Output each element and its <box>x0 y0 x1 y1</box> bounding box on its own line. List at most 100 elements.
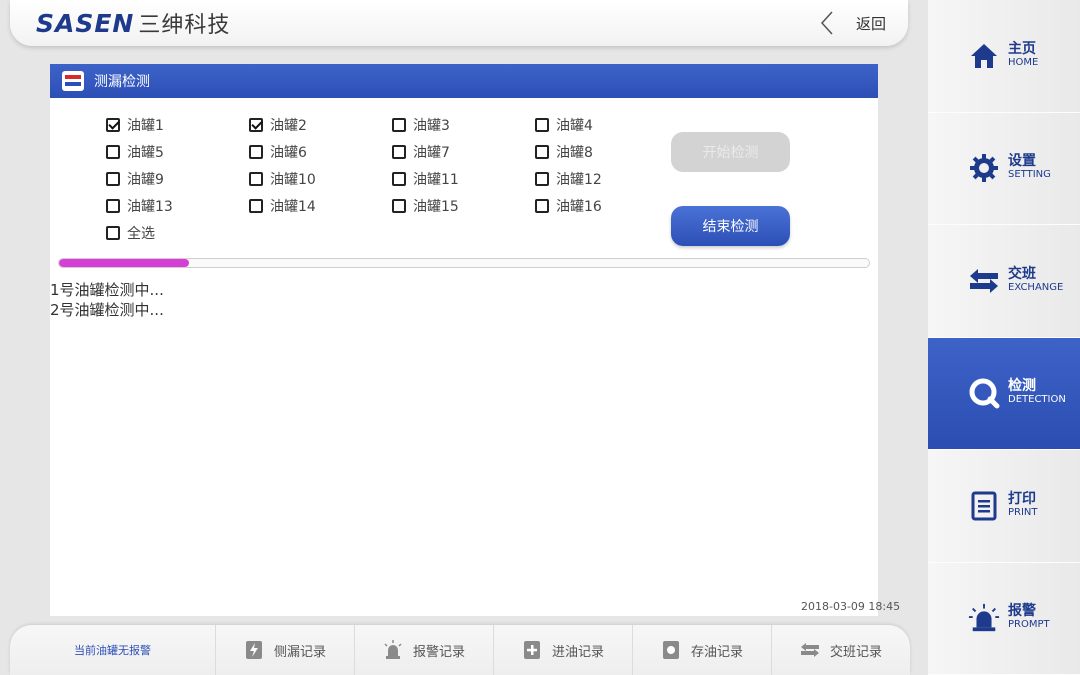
checkbox-box[interactable] <box>249 145 263 159</box>
checkbox-label: 油罐10 <box>270 172 316 188</box>
tank-checkbox-11[interactable]: 油罐11 <box>392 170 535 188</box>
checkbox-label: 油罐1 <box>127 118 164 134</box>
alarm-record-icon <box>383 640 403 660</box>
logo-cn-text: 三绅科技 <box>138 13 231 38</box>
exchange-icon <box>968 265 1000 297</box>
tab-inflow-record[interactable]: 进油记录 <box>493 625 632 675</box>
panel-title-bar: 测漏检测 <box>50 64 878 98</box>
detection-progress-bar <box>58 258 870 268</box>
tab-exchange-record[interactable]: 交班记录 <box>771 625 910 675</box>
tab-alarm-record[interactable]: 报警记录 <box>354 625 493 675</box>
checkbox-box[interactable] <box>106 145 120 159</box>
sidebar-item-print[interactable]: 打印 PRINT <box>928 450 1080 563</box>
checkbox-box[interactable] <box>106 118 120 132</box>
sidebar-item-home[interactable]: 主页 HOME <box>928 0 1080 113</box>
checkbox-box[interactable] <box>535 172 549 186</box>
tank-checkbox-grid: 油罐1 油罐2 油罐3 油罐4 油罐5 油罐6 油罐7 油罐8 油罐9 油罐10 油罐11 油罐12 油… <box>106 116 678 242</box>
checkbox-box[interactable] <box>535 199 549 213</box>
checkbox-label: 油罐12 <box>556 172 602 188</box>
brand-logo: SASEN 三绅科技 <box>36 8 231 39</box>
exchange-record-icon <box>800 640 820 660</box>
tank-checkbox-16[interactable]: 油罐16 <box>535 197 678 215</box>
back-button[interactable]: 返回 <box>820 8 886 38</box>
tank-checkbox-2[interactable]: 油罐2 <box>249 116 392 134</box>
checkbox-label: 油罐5 <box>127 145 164 161</box>
progress-fill <box>59 259 189 267</box>
sidebar-item-prompt[interactable]: 报警 PROMPT <box>928 562 1080 675</box>
sidebar-item-text: 设置 SETTING <box>1008 154 1051 182</box>
sidebar-item-label: 设置 <box>1008 153 1036 170</box>
panel-title: 测漏检测 <box>94 74 150 90</box>
tab-storage-record[interactable]: 存油记录 <box>632 625 771 675</box>
sidebar-item-text: 检测 DETECTION <box>1008 379 1066 407</box>
checkbox-label: 油罐16 <box>556 199 602 215</box>
tank-checkbox-4[interactable]: 油罐4 <box>535 116 678 134</box>
checkbox-box[interactable] <box>392 199 406 213</box>
checkbox-box[interactable] <box>106 172 120 186</box>
chevron-left-icon <box>820 10 834 36</box>
tank-checkbox-6[interactable]: 油罐6 <box>249 143 392 161</box>
print-icon <box>968 490 1000 522</box>
checkbox-box[interactable] <box>535 118 549 132</box>
tab-label: 报警记录 <box>412 644 465 660</box>
tank-checkbox-13[interactable]: 油罐13 <box>106 197 249 215</box>
tab-label: 存油记录 <box>690 644 743 660</box>
sidebar-item-sublabel: PROMPT <box>1008 619 1050 631</box>
tank-checkbox-1[interactable]: 油罐1 <box>106 116 249 134</box>
tank-checkbox-8[interactable]: 油罐8 <box>535 143 678 161</box>
detection-log: 1号油罐检测中... 2号油罐检测中... <box>50 280 164 320</box>
tab-leak-record[interactable]: 侧漏记录 <box>215 625 354 675</box>
checkbox-box[interactable] <box>106 226 120 240</box>
checkbox-box[interactable] <box>106 199 120 213</box>
leak-detection-panel: 测漏检测 油罐1 油罐2 油罐3 油罐4 油罐5 油罐6 油罐7 油罐8 油罐9 油罐10 油罐11… <box>50 64 878 616</box>
sidebar-item-label: 主页 <box>1008 40 1036 57</box>
sidebar-item-text: 主页 HOME <box>1008 42 1038 70</box>
tank-checkbox-3[interactable]: 油罐3 <box>392 116 535 134</box>
checkbox-label: 油罐8 <box>556 145 593 161</box>
checkbox-box[interactable] <box>249 118 263 132</box>
logo-text: SASEN <box>36 8 135 38</box>
tab-label: 交班记录 <box>829 644 882 660</box>
sidebar-item-label: 交班 <box>1008 265 1036 282</box>
sidebar-item-exchange[interactable]: 交班 EXCHANGE <box>928 225 1080 338</box>
detection-icon <box>968 377 1000 409</box>
sidebar-item-text: 交班 EXCHANGE <box>1008 267 1063 295</box>
sidebar-item-detection[interactable]: 检测 DETECTION <box>928 337 1080 450</box>
checkbox-box[interactable] <box>392 118 406 132</box>
sidebar-item-label: 报警 <box>1008 603 1036 620</box>
tank-checkbox-9[interactable]: 油罐9 <box>106 170 249 188</box>
timestamp: 2018-03-09 18:45 <box>801 600 901 613</box>
checkbox-box[interactable] <box>249 199 263 213</box>
brand-mark-icon <box>62 71 84 91</box>
alarm-status-text: 当前油罐无报警 <box>74 644 151 657</box>
tank-checkbox-7[interactable]: 油罐7 <box>392 143 535 161</box>
sidebar-item-text: 报警 PROMPT <box>1008 604 1050 632</box>
sidebar-item-sublabel: SETTING <box>1008 169 1051 181</box>
checkbox-box[interactable] <box>535 145 549 159</box>
sidebar-item-label: 检测 <box>1008 378 1036 395</box>
stop-detection-button[interactable]: 结束检测 <box>671 206 790 246</box>
checkbox-box[interactable] <box>392 145 406 159</box>
tank-checkbox-10[interactable]: 油罐10 <box>249 170 392 188</box>
checkbox-label: 油罐9 <box>127 172 164 188</box>
checkbox-label: 全选 <box>127 226 155 242</box>
checkbox-label: 油罐4 <box>556 118 593 134</box>
inflow-record-icon <box>522 640 542 660</box>
tank-checkbox-5[interactable]: 油罐5 <box>106 143 249 161</box>
tank-checkbox-14[interactable]: 油罐14 <box>249 197 392 215</box>
select-all-checkbox[interactable]: 全选 <box>106 224 249 242</box>
checkbox-box[interactable] <box>249 172 263 186</box>
checkbox-box[interactable] <box>392 172 406 186</box>
tank-checkbox-15[interactable]: 油罐15 <box>392 197 535 215</box>
sidebar-item-setting[interactable]: 设置 SETTING <box>928 112 1080 225</box>
tank-checkbox-12[interactable]: 油罐12 <box>535 170 678 188</box>
log-line: 1号油罐检测中... <box>50 281 164 299</box>
back-label: 返回 <box>855 14 886 33</box>
checkbox-label: 油罐15 <box>413 199 459 215</box>
gear-icon <box>968 152 1000 184</box>
sidebar-nav: 主页 HOME 设置 SETTING 交班 EXCHANGE 检测 DETECTION 打印 PR… <box>928 0 1080 675</box>
checkbox-label: 油罐2 <box>270 118 307 134</box>
home-icon <box>968 40 1000 72</box>
start-detection-button[interactable]: 开始检测 <box>671 132 790 172</box>
bottom-bar: 当前油罐无报警 侧漏记录 报警记录 进油记录 存油记录 交班记录 <box>10 625 910 675</box>
